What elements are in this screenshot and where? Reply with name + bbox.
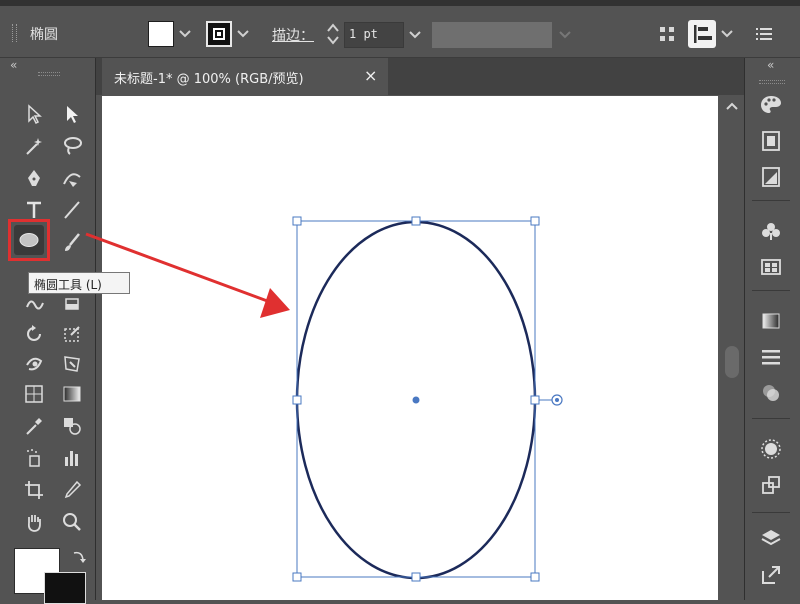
handle-middle-right [530, 395, 540, 405]
document-tab[interactable]: 未标题-1* @ 100% (RGB/预览) × [102, 58, 388, 95]
swatches-icon[interactable] [752, 160, 790, 194]
color-guide-icon[interactable] [752, 124, 790, 158]
color-palette-icon[interactable] [752, 88, 790, 122]
profile-dropdown-chevron-icon[interactable] [554, 22, 576, 48]
control-bar-grip[interactable] [12, 24, 17, 42]
zoom-tool-icon[interactable] [58, 508, 86, 536]
warp-tool-icon[interactable] [20, 350, 48, 378]
artboard-tool-icon[interactable] [20, 476, 48, 504]
scrollbar-thumb[interactable] [725, 346, 739, 378]
annotation-arrow-head [260, 288, 290, 318]
center-point [412, 396, 420, 404]
document-tab-title: 未标题-1* @ 100% (RGB/预览) [114, 72, 304, 87]
tooltip: 椭圆工具 (L) [28, 272, 130, 294]
control-bar: 椭圆 描边： 1 pt [0, 6, 800, 58]
eyedropper-tool-icon[interactable] [20, 412, 48, 440]
stroke-dropdown-chevron-icon[interactable] [232, 21, 254, 47]
stroke-weight-dropdown-chevron-icon[interactable] [404, 22, 426, 48]
layers-icon[interactable] [752, 522, 790, 556]
handle-bottom-center [411, 572, 421, 582]
appearance-icon[interactable] [752, 432, 790, 466]
symbols-icon[interactable] [752, 214, 790, 248]
stroke-weight-stepper[interactable] [326, 22, 340, 46]
rotate-tool-icon[interactable] [20, 320, 48, 348]
handle-top-left [292, 216, 302, 226]
stroke-label: 描边： [272, 28, 314, 44]
align-grid-icon[interactable] [656, 23, 678, 45]
pie-widget-dot [555, 398, 559, 402]
panel-separator [752, 418, 790, 419]
menu-icon[interactable] [754, 24, 774, 44]
transparency-icon[interactable] [752, 376, 790, 410]
stroke-weight-field[interactable]: 1 pt [344, 22, 404, 48]
shaper-tool-icon[interactable] [20, 290, 48, 318]
slice-tool-icon[interactable] [58, 476, 86, 504]
stroke-swatch[interactable] [206, 21, 232, 47]
shape-builder-tool-icon[interactable] [20, 380, 48, 408]
export-icon[interactable] [752, 558, 790, 592]
panel-dock-collapse-icon[interactable]: « [767, 58, 774, 72]
stroke-icon[interactable] [752, 340, 790, 374]
graphic-styles-icon[interactable] [752, 468, 790, 502]
panel-dock-grip[interactable] [759, 80, 785, 84]
ellipse-tool-icon[interactable] [14, 225, 44, 255]
fill-dropdown-chevron-icon[interactable] [174, 21, 196, 47]
gradient-tool-icon[interactable] [58, 380, 86, 408]
curvature-tool-icon[interactable] [58, 164, 86, 192]
align-dropdown-chevron-icon[interactable] [716, 21, 738, 47]
tooltip-text: 椭圆工具 (L) [34, 278, 102, 292]
vertical-scrollbar[interactable] [720, 96, 744, 600]
variable-width-profile-field[interactable] [432, 22, 552, 48]
scroll-up-icon[interactable] [726, 102, 738, 110]
panel-separator [752, 200, 790, 201]
line-segment-tool-icon[interactable] [58, 196, 86, 224]
swap-fill-stroke-icon[interactable] [70, 548, 88, 566]
free-transform-tool-icon[interactable] [58, 350, 86, 378]
hand-tool-icon[interactable] [20, 508, 48, 536]
handle-bottom-right [530, 572, 540, 582]
align-left-icon[interactable] [688, 20, 716, 48]
panel-separator [752, 512, 790, 513]
panel-separator [752, 290, 790, 291]
object-type-label: 椭圆 [30, 27, 58, 43]
handle-top-center [411, 216, 421, 226]
fill-swatch[interactable] [148, 21, 174, 47]
column-graph-tool-icon[interactable] [58, 444, 86, 472]
direct-selection-tool-icon[interactable] [58, 100, 86, 128]
tools-panel-grip[interactable] [38, 72, 60, 76]
tools-panel-collapse-icon[interactable]: « [10, 58, 17, 72]
blend-tool-icon[interactable] [58, 412, 86, 440]
lasso-tool-icon[interactable] [58, 132, 86, 160]
pen-tool-icon[interactable] [20, 164, 48, 192]
stroke-color-swatch[interactable] [44, 572, 86, 604]
handle-top-right [530, 216, 540, 226]
gradient-icon[interactable] [752, 304, 790, 338]
handle-bottom-left [292, 572, 302, 582]
selection-overlay [292, 216, 563, 582]
magic-wand-tool-icon[interactable] [20, 132, 48, 160]
selection-tool-icon[interactable] [20, 100, 48, 128]
close-tab-icon[interactable]: × [364, 66, 377, 85]
libraries-icon[interactable] [752, 250, 790, 284]
symbol-sprayer-tool-icon[interactable] [20, 444, 48, 472]
handle-middle-left [292, 395, 302, 405]
